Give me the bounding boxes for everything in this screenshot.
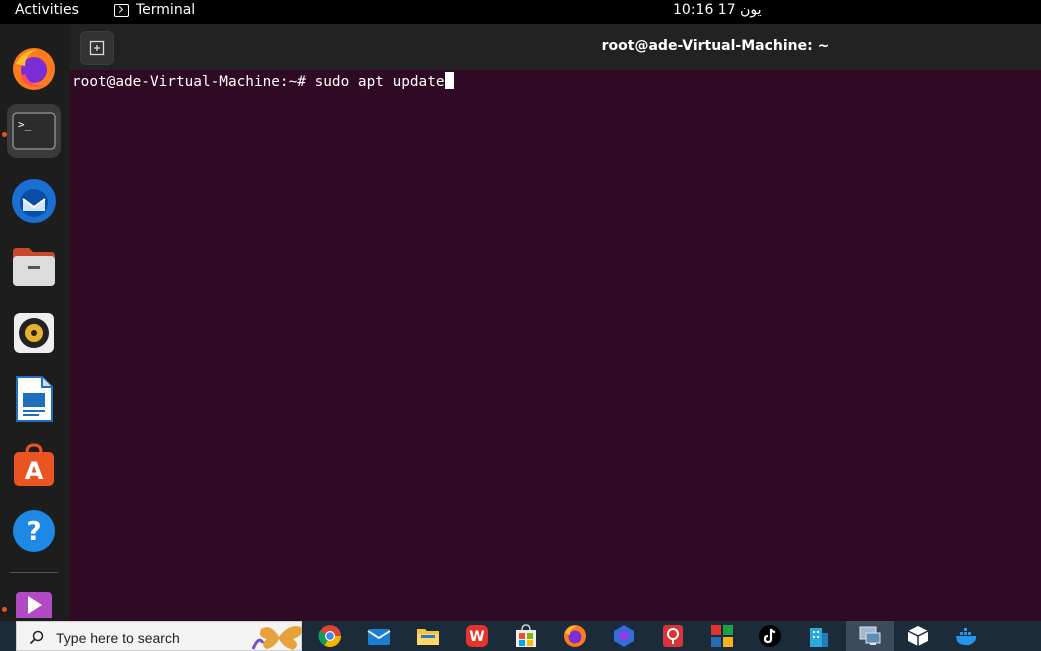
shell-prompt: root@ade-Virtual-Machine:~# bbox=[72, 74, 315, 90]
microsoft-store-icon[interactable] bbox=[514, 624, 538, 648]
butterfly-decoration-icon bbox=[251, 626, 302, 650]
chrome-icon[interactable] bbox=[318, 624, 342, 648]
rhythmbox-icon[interactable] bbox=[7, 306, 61, 360]
help-icon[interactable]: ? bbox=[7, 504, 61, 558]
file-explorer-icon[interactable] bbox=[416, 624, 440, 648]
copilot-icon[interactable] bbox=[612, 624, 636, 648]
window-title: root@ade-Virtual-Machine: ~ bbox=[601, 38, 830, 54]
svg-text:A: A bbox=[25, 457, 44, 485]
wps-office-icon[interactable]: W bbox=[465, 624, 489, 648]
svg-text:W: W bbox=[469, 629, 484, 645]
docker-icon[interactable] bbox=[955, 624, 979, 648]
tiktok-icon[interactable] bbox=[758, 624, 782, 648]
zoho-icon[interactable] bbox=[710, 624, 734, 648]
firefox-icon[interactable] bbox=[563, 624, 587, 648]
app-menu[interactable]: Terminal bbox=[114, 2, 195, 18]
building-app-icon[interactable] bbox=[807, 624, 831, 648]
running-indicator bbox=[2, 132, 7, 137]
app-menu-label: Terminal bbox=[136, 2, 196, 18]
gnome-top-bar: Activities Terminal 10:16 يون 17 bbox=[0, 0, 1041, 24]
terminal-window: root@ade-Virtual-Machine: ~ root@ade-Vir… bbox=[70, 24, 1041, 621]
clock[interactable]: 10:16 يون 17 bbox=[673, 2, 762, 18]
text-cursor bbox=[444, 72, 454, 89]
files-icon[interactable] bbox=[7, 240, 61, 294]
thunderbird-icon[interactable] bbox=[7, 174, 61, 228]
terminal-small-icon bbox=[114, 3, 129, 17]
mail-icon[interactable] bbox=[367, 624, 391, 648]
terminal-icon[interactable]: >_ bbox=[7, 104, 61, 158]
windows-taskbar: Type here to search W bbox=[0, 621, 1041, 651]
typed-command: sudo apt update bbox=[314, 74, 445, 90]
libreoffice-writer-icon[interactable] bbox=[7, 372, 61, 426]
search-icon bbox=[29, 630, 44, 645]
terminal-headerbar: root@ade-Virtual-Machine: ~ bbox=[70, 24, 1041, 70]
svg-text:?: ? bbox=[26, 517, 41, 547]
dock-separator bbox=[10, 572, 58, 573]
presentation-icon[interactable] bbox=[661, 624, 685, 648]
package-box-icon[interactable] bbox=[906, 624, 930, 648]
running-indicator bbox=[2, 607, 7, 612]
search-placeholder: Type here to search bbox=[56, 630, 180, 646]
media-player-icon[interactable] bbox=[7, 586, 61, 621]
activities-button[interactable]: Activities bbox=[15, 2, 79, 18]
ubuntu-software-icon[interactable]: A bbox=[7, 438, 61, 492]
firefox-icon[interactable] bbox=[7, 42, 61, 96]
remote-desktop-icon[interactable] bbox=[858, 624, 882, 648]
terminal-output[interactable]: root@ade-Virtual-Machine:~# sudo apt upd… bbox=[72, 72, 454, 90]
taskbar-search-box[interactable]: Type here to search bbox=[16, 621, 302, 651]
ubuntu-dock: >_ A ? bbox=[0, 24, 70, 621]
svg-text:>_: >_ bbox=[18, 118, 32, 131]
